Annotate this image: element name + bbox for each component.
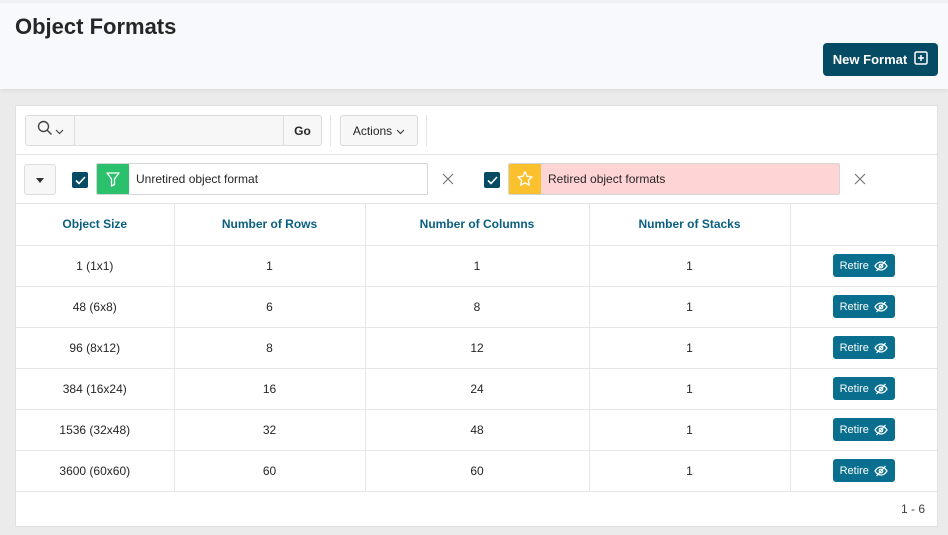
table-body: 1 (1x1) 1 1 1 Retire 48 (6x8) 6 8 1 Retire 96 (8x1… <box>16 245 937 492</box>
retire-label: Retire <box>839 382 869 395</box>
cell-action: Retire <box>790 245 937 287</box>
remove-filter-icon[interactable] <box>852 171 868 187</box>
cell-number-of-stacks: 1 <box>589 450 791 492</box>
actions-label: Actions <box>352 123 393 138</box>
cell-number-of-rows: 60 <box>174 450 366 492</box>
toolbar-divider <box>426 115 427 146</box>
retire-button[interactable]: Retire <box>832 459 895 482</box>
table-row: 1 (1x1) 1 1 1 Retire <box>16 245 937 287</box>
retire-button[interactable]: Retire <box>832 254 895 277</box>
page-title: Object Formats <box>15 14 177 39</box>
pagination-range: 1 - 6 <box>900 502 925 516</box>
search-bar: Go <box>25 115 322 146</box>
filter-chip-retired[interactable]: Retired object formats <box>508 163 840 195</box>
new-format-label: New Format <box>832 52 908 67</box>
search-input[interactable] <box>75 116 284 145</box>
filter-checkbox-retired[interactable] <box>484 172 500 188</box>
retire-button[interactable]: Retire <box>832 295 895 318</box>
cell-object-size: 3600 (60x60) <box>16 450 175 492</box>
eye-slash-icon <box>874 260 888 272</box>
cell-number-of-stacks: 1 <box>589 245 791 287</box>
caret-down-icon <box>35 171 45 189</box>
retire-button[interactable]: Retire <box>832 377 895 400</box>
cell-number-of-rows: 32 <box>174 409 366 451</box>
retire-label: Retire <box>839 259 869 272</box>
cell-number-of-columns: 8 <box>365 286 590 328</box>
cell-number-of-rows: 6 <box>174 286 366 328</box>
table-row: 48 (6x8) 6 8 1 Retire <box>16 286 937 328</box>
eye-slash-icon <box>874 342 888 354</box>
retire-label: Retire <box>839 300 869 313</box>
cell-number-of-columns: 24 <box>365 368 590 410</box>
cell-number-of-columns: 48 <box>365 409 590 451</box>
actions-menu-button[interactable]: Actions <box>340 115 418 146</box>
retire-label: Retire <box>839 423 869 436</box>
table-row: 96 (8x12) 8 12 1 Retire <box>16 327 937 369</box>
filter-checkbox-unretired[interactable] <box>72 172 88 188</box>
filter-icon <box>97 164 129 194</box>
eye-slash-icon <box>874 424 888 436</box>
report-toolbar: Go Actions <box>16 106 937 155</box>
new-format-button[interactable]: New Format <box>823 43 938 76</box>
cell-number-of-columns: 1 <box>365 245 590 287</box>
cell-action: Retire <box>790 409 937 451</box>
cell-object-size: 1536 (32x48) <box>16 409 175 451</box>
column-header-number-of-rows[interactable]: Number of Rows <box>174 204 366 246</box>
filter-label: Unretired object format <box>136 172 259 186</box>
eye-slash-icon <box>874 383 888 395</box>
filter-chip-unretired[interactable]: Unretired object format <box>96 163 428 195</box>
column-header-actions <box>790 204 937 246</box>
column-header-number-of-columns[interactable]: Number of Columns <box>365 204 590 246</box>
collapse-filters-button[interactable] <box>24 164 56 195</box>
eye-slash-icon <box>874 465 888 477</box>
chevron-down-icon <box>396 124 405 138</box>
object-formats-table: Object Size Number of Rows Number of Col… <box>16 204 937 492</box>
filter-bar: Unretired object format Retired object f… <box>16 155 937 204</box>
cell-number-of-columns: 12 <box>365 327 590 369</box>
remove-filter-icon[interactable] <box>440 171 456 187</box>
toolbar-divider <box>330 115 331 146</box>
search-column-selector[interactable] <box>26 116 75 145</box>
column-header-object-size[interactable]: Object Size <box>16 204 175 246</box>
cell-object-size: 384 (16x24) <box>16 368 175 410</box>
search-icon <box>37 120 53 141</box>
cell-number-of-rows: 16 <box>174 368 366 410</box>
table-row: 384 (16x24) 16 24 1 Retire <box>16 368 937 410</box>
cell-number-of-stacks: 1 <box>589 368 791 410</box>
eye-slash-icon <box>874 301 888 313</box>
retire-button[interactable]: Retire <box>832 418 895 441</box>
cell-action: Retire <box>790 368 937 410</box>
filter-label: Retired object formats <box>548 172 666 186</box>
table-row: 3600 (60x60) 60 60 1 Retire <box>16 450 937 492</box>
table-header-row: Object Size Number of Rows Number of Col… <box>16 204 937 246</box>
report-region: Go Actions Unretired object format Retir… <box>15 105 938 527</box>
cell-number-of-columns: 60 <box>365 450 590 492</box>
cell-action: Retire <box>790 450 937 492</box>
cell-number-of-stacks: 1 <box>589 286 791 328</box>
cell-number-of-rows: 1 <box>174 245 366 287</box>
cell-action: Retire <box>790 286 937 328</box>
cell-number-of-stacks: 1 <box>589 327 791 369</box>
page-header: Object Formats New Format <box>0 0 948 89</box>
cell-number-of-rows: 8 <box>174 327 366 369</box>
chevron-down-icon <box>55 122 64 140</box>
retire-button[interactable]: Retire <box>832 336 895 359</box>
plus-box-icon <box>914 51 928 68</box>
cell-action: Retire <box>790 327 937 369</box>
cell-object-size: 96 (8x12) <box>16 327 175 369</box>
cell-number-of-stacks: 1 <box>589 409 791 451</box>
table-row: 1536 (32x48) 32 48 1 Retire <box>16 409 937 451</box>
star-icon <box>509 164 541 194</box>
retire-label: Retire <box>839 464 869 477</box>
column-header-number-of-stacks[interactable]: Number of Stacks <box>589 204 791 246</box>
cell-object-size: 1 (1x1) <box>16 245 175 287</box>
cell-object-size: 48 (6x8) <box>16 286 175 328</box>
retire-label: Retire <box>839 341 869 354</box>
go-button[interactable]: Go <box>284 116 321 145</box>
